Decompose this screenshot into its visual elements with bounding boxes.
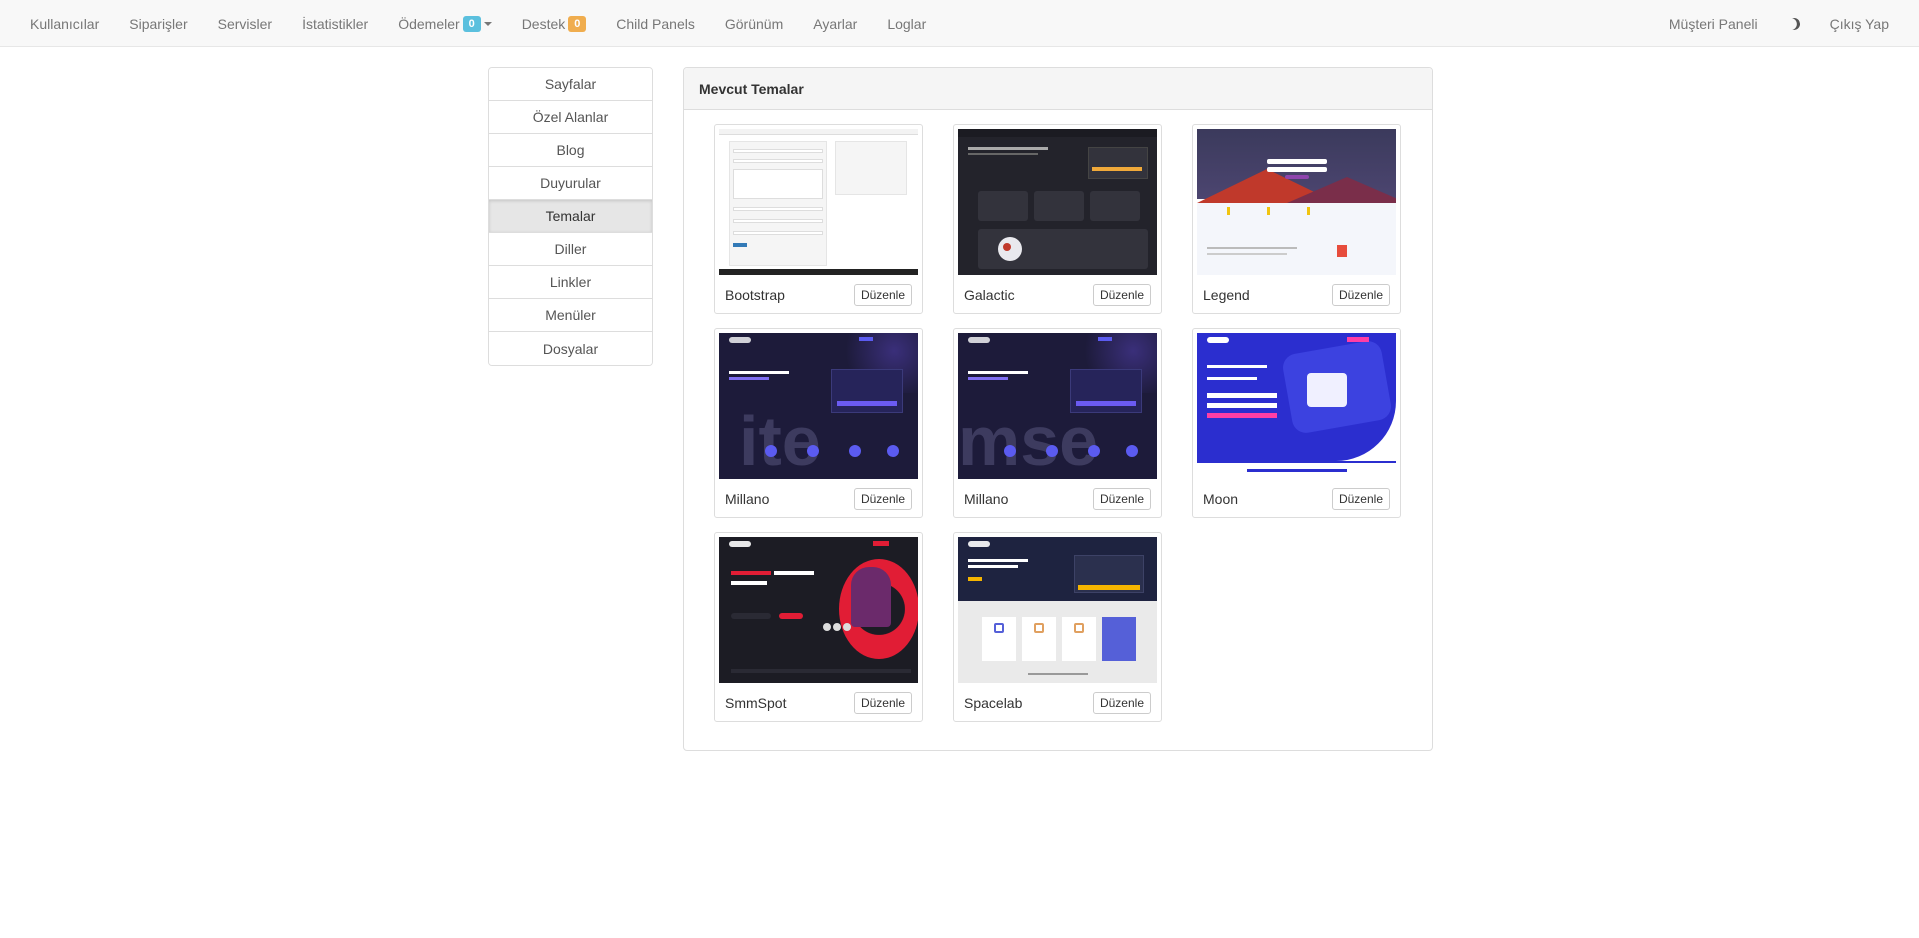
- theme-name: Millano: [964, 491, 1009, 507]
- theme-preview[interactable]: [958, 129, 1157, 275]
- side-item-blog[interactable]: Blog: [489, 134, 652, 167]
- nav-client-panel[interactable]: Müşteri Paneli: [1654, 0, 1773, 47]
- theme-card-footer: Millano Düzenle: [715, 481, 922, 517]
- edit-theme-button[interactable]: Düzenle: [1331, 284, 1390, 306]
- nav-label: Servisler: [217, 15, 273, 32]
- side-item-themes[interactable]: Temalar: [489, 200, 652, 233]
- nav-orders[interactable]: Siparişler: [114, 0, 202, 47]
- nav-label: Destek: [521, 15, 566, 32]
- nav-label: Çıkış Yap: [1829, 15, 1889, 32]
- moon-icon: [1786, 16, 1801, 31]
- nav-users[interactable]: Kullanıcılar: [15, 0, 114, 47]
- side-item-announcements[interactable]: Duyurular: [489, 167, 652, 200]
- edit-theme-button[interactable]: Düzenle: [853, 488, 912, 510]
- nav-logs[interactable]: Loglar: [872, 0, 941, 47]
- nav-right: Müşteri Paneli Çıkış Yap: [1654, 0, 1904, 47]
- side-item-languages[interactable]: Diller: [489, 233, 652, 266]
- theme-preview[interactable]: [1197, 129, 1396, 275]
- theme-card-legend: Legend Düzenle: [1192, 124, 1401, 314]
- theme-card-millano: ite Millano Düzenle: [714, 328, 923, 518]
- theme-card-spacelab: Spacelab Düzenle: [953, 532, 1162, 722]
- theme-name: SmmSpot: [725, 695, 787, 711]
- theme-card-smmspot: SmmSpot Düzenle: [714, 532, 923, 722]
- theme-card-millano-2: mse Millano Düzenle: [953, 328, 1162, 518]
- theme-preview[interactable]: [719, 537, 918, 683]
- theme-name: Spacelab: [964, 695, 1023, 711]
- nav-left: Kullanıcılar Siparişler Servisler İstati…: [15, 0, 941, 47]
- appearance-side-menu: Sayfalar Özel Alanlar Blog Duyurular Tem…: [488, 67, 653, 366]
- theme-card-moon: Moon Düzenle: [1192, 328, 1401, 518]
- theme-card-footer: Millano Düzenle: [954, 481, 1161, 517]
- nav-label: Ödemeler: [398, 15, 460, 32]
- nav-logout[interactable]: Çıkış Yap: [1815, 0, 1904, 47]
- panel-title: Mevcut Temalar: [684, 68, 1432, 110]
- edit-theme-button[interactable]: Düzenle: [1092, 284, 1151, 306]
- theme-preview[interactable]: [1197, 333, 1396, 479]
- theme-card-galactic: Galactic Düzenle: [953, 124, 1162, 314]
- side-item-links[interactable]: Linkler: [489, 266, 652, 299]
- theme-name: Bootstrap: [725, 287, 785, 303]
- nav-label: Child Panels: [616, 15, 695, 32]
- top-navbar: Kullanıcılar Siparişler Servisler İstati…: [0, 0, 1919, 47]
- theme-card-footer: Spacelab Düzenle: [954, 685, 1161, 721]
- side-item-custom-fields[interactable]: Özel Alanlar: [489, 101, 652, 134]
- theme-preview[interactable]: mse: [958, 333, 1157, 479]
- nav-label: Loglar: [887, 15, 927, 32]
- nav-label: Kullanıcılar: [30, 15, 100, 32]
- nav-payments[interactable]: Ödemeler 0: [383, 0, 506, 47]
- payments-badge: 0: [462, 15, 481, 32]
- theme-name: Moon: [1203, 491, 1239, 507]
- themes-panel: Mevcut Temalar Bootstrap Düzenle Galacti…: [683, 67, 1433, 751]
- nav-settings[interactable]: Ayarlar: [798, 0, 872, 47]
- edit-theme-button[interactable]: Düzenle: [853, 692, 912, 714]
- edit-theme-button[interactable]: Düzenle: [853, 284, 912, 306]
- edit-theme-button[interactable]: Düzenle: [1092, 692, 1151, 714]
- theme-preview[interactable]: [719, 129, 918, 275]
- nav-label: Siparişler: [129, 15, 188, 32]
- theme-card-footer: Galactic Düzenle: [954, 277, 1161, 313]
- theme-preview[interactable]: [958, 537, 1157, 683]
- edit-theme-button[interactable]: Düzenle: [1092, 488, 1151, 510]
- edit-theme-button[interactable]: Düzenle: [1331, 488, 1390, 510]
- theme-card-bootstrap: Bootstrap Düzenle: [714, 124, 923, 314]
- nav-child-panels[interactable]: Child Panels: [601, 0, 710, 47]
- theme-name: Legend: [1203, 287, 1250, 303]
- chevron-down-icon: [483, 21, 492, 26]
- theme-card-footer: Moon Düzenle: [1193, 481, 1400, 517]
- nav-label: İstatistikler: [302, 15, 369, 32]
- side-item-menus[interactable]: Menüler: [489, 299, 652, 332]
- side-item-files[interactable]: Dosyalar: [489, 332, 652, 365]
- nav-label: Müşteri Paneli: [1668, 15, 1758, 32]
- nav-appearance[interactable]: Görünüm: [710, 0, 798, 47]
- nav-support[interactable]: Destek 0: [507, 0, 602, 47]
- nav-services[interactable]: Servisler: [203, 0, 287, 47]
- theme-card-footer: Legend Düzenle: [1193, 277, 1400, 313]
- side-item-pages[interactable]: Sayfalar: [489, 68, 652, 101]
- support-badge: 0: [568, 15, 587, 32]
- nav-label: Görünüm: [724, 15, 784, 32]
- nav-label: Ayarlar: [813, 15, 858, 32]
- theme-card-footer: SmmSpot Düzenle: [715, 685, 922, 721]
- theme-preview[interactable]: ite: [719, 333, 918, 479]
- theme-toggle-button[interactable]: [1773, 0, 1815, 47]
- theme-name: Millano: [725, 491, 770, 507]
- theme-card-footer: Bootstrap Düzenle: [715, 277, 922, 313]
- nav-statistics[interactable]: İstatistikler: [287, 0, 383, 47]
- theme-name: Galactic: [964, 287, 1015, 303]
